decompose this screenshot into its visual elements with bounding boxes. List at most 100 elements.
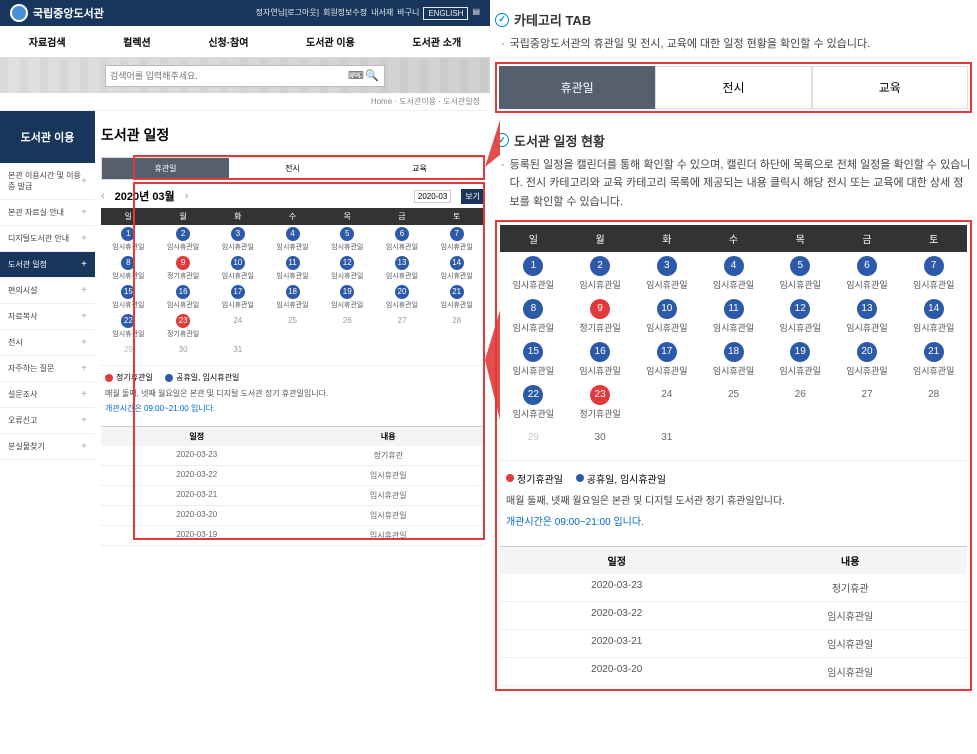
calendar-cell[interactable]: 10임시휴관일	[210, 254, 265, 283]
calendar-cell[interactable]: 23정기휴관일	[156, 312, 211, 341]
list-row[interactable]: 2020-03-22임시휴관일	[101, 466, 484, 486]
tab-edu[interactable]: 교육	[356, 158, 483, 179]
calendar-cell[interactable]: 29	[101, 341, 156, 359]
list-row[interactable]: 2020-03-21임시휴관일	[101, 486, 484, 506]
sidebar-item[interactable]: 오류신고+	[0, 408, 95, 434]
big-calendar-cell[interactable]: 12임시휴관일	[767, 295, 834, 338]
link-profile[interactable]: 회원정보수정	[323, 7, 367, 20]
big-calendar-cell[interactable]: 6임시휴관일	[834, 252, 901, 295]
sidebar-item[interactable]: 전시+	[0, 330, 95, 356]
tab-closed[interactable]: 휴관일	[102, 158, 229, 179]
big-calendar-cell[interactable]: 31	[633, 424, 700, 452]
calendar-cell[interactable]: 6임시휴관일	[375, 225, 430, 254]
calendar-cell[interactable]: 25	[265, 312, 320, 341]
list-row[interactable]: 2020-03-23정기휴관	[101, 446, 484, 466]
big-calendar-cell[interactable]: 22임시휴관일	[500, 381, 567, 424]
big-calendar-cell[interactable]: 28	[900, 381, 967, 424]
calendar-cell[interactable]: 17임시휴관일	[210, 283, 265, 312]
big-list-row[interactable]: 2020-03-21임시휴관일	[500, 630, 967, 658]
calendar-cell[interactable]: 18임시휴관일	[265, 283, 320, 312]
big-calendar-cell[interactable]: 7임시휴관일	[900, 252, 967, 295]
big-calendar-cell[interactable]: 25	[700, 381, 767, 424]
big-calendar-cell[interactable]: 1임시휴관일	[500, 252, 567, 295]
big-calendar-cell[interactable]: 11임시휴관일	[700, 295, 767, 338]
calendar-cell[interactable]: 28	[429, 312, 484, 341]
calendar-cell[interactable]: 16임시휴관일	[156, 283, 211, 312]
calendar-cell[interactable]: 4임시휴관일	[265, 225, 320, 254]
menu-icon[interactable]: ▤	[472, 7, 480, 20]
big-calendar-cell[interactable]: 27	[834, 381, 901, 424]
calendar-cell[interactable]: 19임시휴관일	[320, 283, 375, 312]
calendar-cell[interactable]: 20임시휴관일	[375, 283, 430, 312]
big-calendar-cell[interactable]: 16임시휴관일	[567, 338, 634, 381]
big-calendar-cell[interactable]: 3임시휴관일	[633, 252, 700, 295]
nav-use[interactable]: 도서관 이용	[306, 34, 355, 49]
list-row[interactable]: 2020-03-20임시휴관일	[101, 506, 484, 526]
calendar-cell[interactable]: 2임시휴관일	[156, 225, 211, 254]
calendar-cell[interactable]: 8임시휴관일	[101, 254, 156, 283]
big-list-row[interactable]: 2020-03-23정기휴관	[500, 574, 967, 602]
calendar-cell[interactable]: 11임시휴관일	[265, 254, 320, 283]
calendar-cell[interactable]: 14임시휴관일	[429, 254, 484, 283]
big-calendar-cell[interactable]: 5임시휴관일	[767, 252, 834, 295]
calendar-cell[interactable]: 27	[375, 312, 430, 341]
big-calendar-cell[interactable]: 15임시휴관일	[500, 338, 567, 381]
calendar-cell[interactable]: 26	[320, 312, 375, 341]
big-calendar-cell[interactable]: 30	[567, 424, 634, 452]
big-calendar-cell[interactable]: 13임시휴관일	[834, 295, 901, 338]
nav-collection[interactable]: 컬렉션	[123, 34, 151, 49]
big-calendar-cell[interactable]: 17임시휴관일	[633, 338, 700, 381]
big-calendar-cell[interactable]: 24	[633, 381, 700, 424]
sidebar-item[interactable]: 편의시설+	[0, 278, 95, 304]
month-select[interactable]: 2020-03	[414, 190, 451, 203]
calendar-cell[interactable]: 21임시휴관일	[429, 283, 484, 312]
hours-link[interactable]: 개관시간은 09:00~21:00 입니다.	[105, 404, 215, 413]
big-tab-exhibit[interactable]: 전시	[655, 66, 811, 109]
calendar-cell[interactable]: 5임시휴관일	[320, 225, 375, 254]
link-english[interactable]: ENGLISH	[423, 7, 468, 20]
prev-month-icon[interactable]: ‹	[101, 190, 105, 202]
sidebar-item[interactable]: 도서관 일정+	[0, 252, 95, 278]
big-list-row[interactable]: 2020-03-20임시휴관일	[500, 658, 967, 686]
big-calendar-cell[interactable]: 10임시휴관일	[633, 295, 700, 338]
calendar-cell[interactable]: 12임시휴관일	[320, 254, 375, 283]
big-calendar-cell[interactable]: 20임시휴관일	[834, 338, 901, 381]
link-cart[interactable]: 바구니	[397, 7, 419, 20]
search-input[interactable]	[110, 71, 348, 81]
big-calendar-cell[interactable]: 14임시휴관일	[900, 295, 967, 338]
big-calendar-cell[interactable]: 29	[500, 424, 567, 452]
big-calendar-cell[interactable]: 2임시휴관일	[567, 252, 634, 295]
nav-apply[interactable]: 신청·참여	[208, 34, 248, 49]
sidebar-item[interactable]: 분실물찾기+	[0, 434, 95, 460]
big-calendar-cell[interactable]: 8임시휴관일	[500, 295, 567, 338]
link-mylib[interactable]: 내서재	[371, 7, 393, 20]
calendar-cell[interactable]: 13임시휴관일	[375, 254, 430, 283]
calendar-cell[interactable]: 31	[210, 341, 265, 359]
big-calendar-cell[interactable]: 18임시휴관일	[700, 338, 767, 381]
tab-exhibit[interactable]: 전시	[229, 158, 356, 179]
site-logo-text[interactable]: 국립중앙도서관	[33, 5, 104, 21]
search-icon[interactable]: 🔍	[364, 69, 380, 82]
calendar-cell[interactable]: 7임시휴관일	[429, 225, 484, 254]
big-tab-closed[interactable]: 휴관일	[499, 66, 655, 109]
calendar-cell[interactable]: 9정기휴관일	[156, 254, 211, 283]
next-month-icon[interactable]: ›	[185, 190, 189, 202]
calendar-cell[interactable]: 1임시휴관일	[101, 225, 156, 254]
big-calendar-cell[interactable]: 4임시휴관일	[700, 252, 767, 295]
link-logout[interactable]: 정자연님[로그아웃]	[256, 7, 319, 20]
big-calendar-cell[interactable]: 19임시휴관일	[767, 338, 834, 381]
nav-about[interactable]: 도서관 소개	[412, 34, 461, 49]
sidebar-item[interactable]: 본관 이용시간 및 이용증 발급+	[0, 163, 95, 200]
big-tab-edu[interactable]: 교육	[812, 66, 968, 109]
calendar-cell[interactable]: 24	[210, 312, 265, 341]
calendar-cell[interactable]: 22임시휴관일	[101, 312, 156, 341]
calendar-cell[interactable]: 30	[156, 341, 211, 359]
sidebar-item[interactable]: 디지털도서관 안내+	[0, 226, 95, 252]
big-calendar-cell[interactable]: 21임시휴관일	[900, 338, 967, 381]
go-button[interactable]: 보기	[461, 189, 484, 204]
sidebar-item[interactable]: 자주하는 질문+	[0, 356, 95, 382]
nav-search[interactable]: 자료검색	[29, 34, 66, 49]
keyboard-icon[interactable]: ⌨	[348, 69, 364, 82]
calendar-cell[interactable]: 15임시휴관일	[101, 283, 156, 312]
list-row[interactable]: 2020-03-19임시휴관일	[101, 526, 484, 546]
